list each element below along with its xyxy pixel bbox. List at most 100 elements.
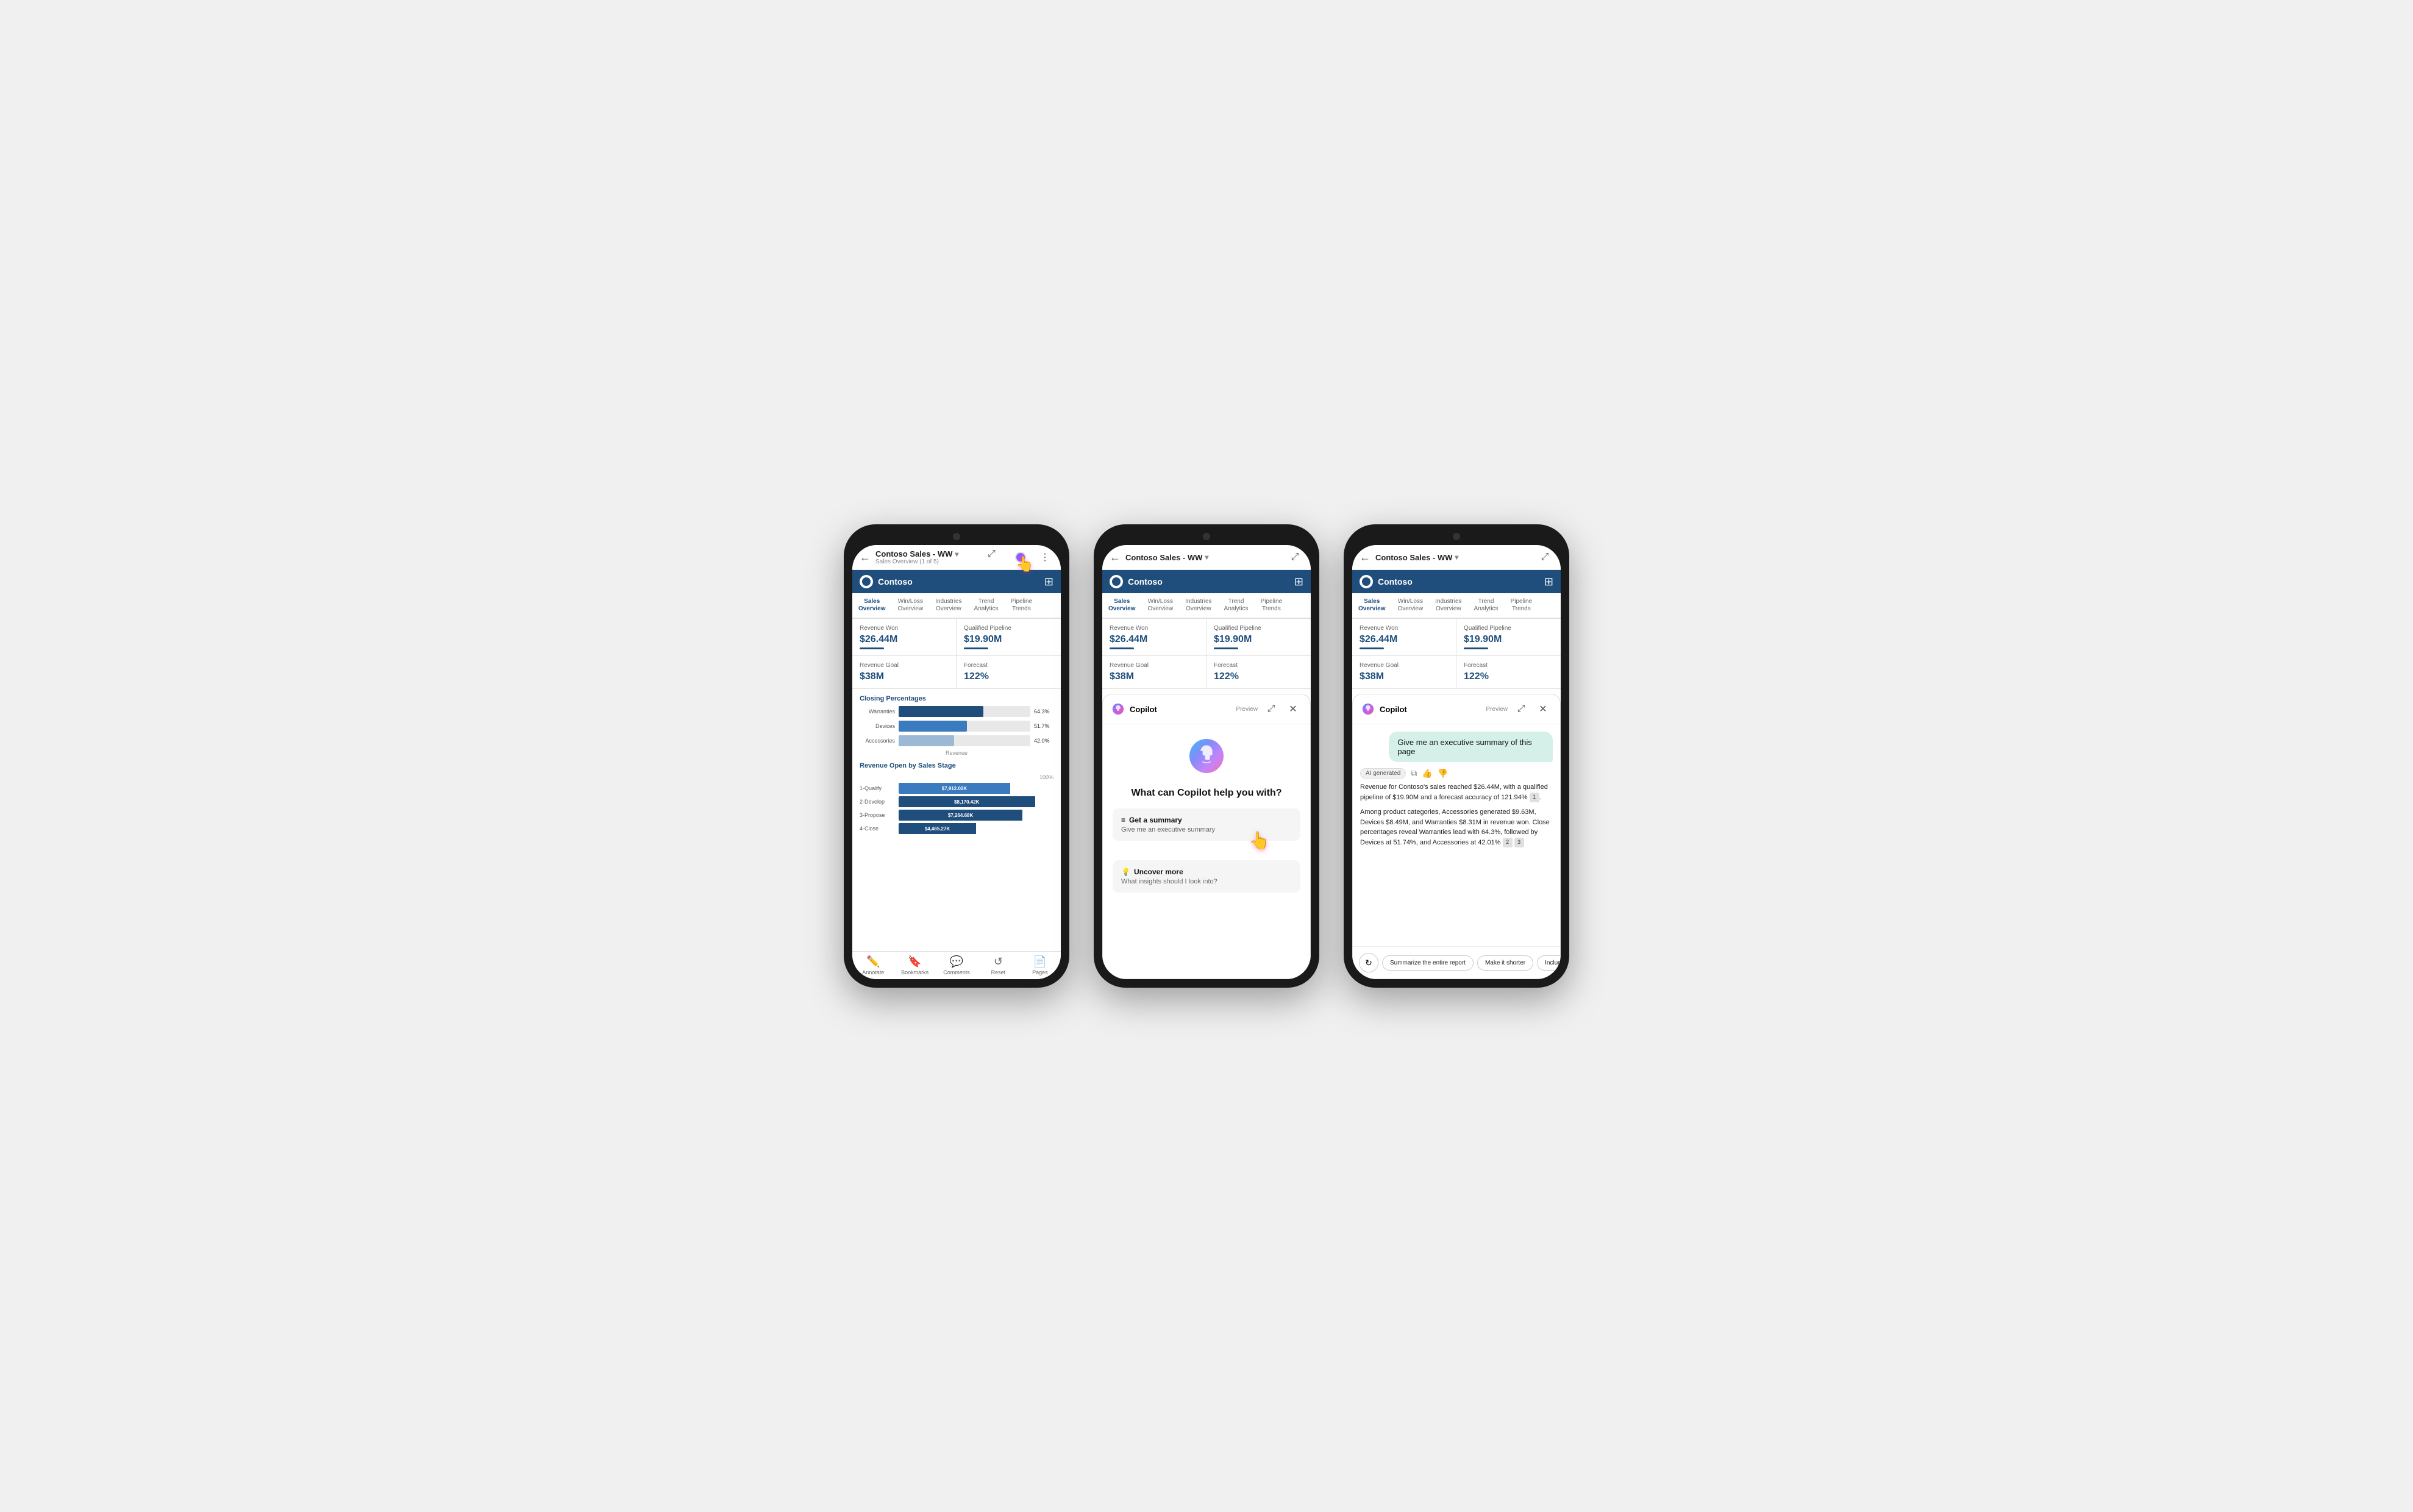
nav-comments[interactable]: 💬 Comments xyxy=(936,955,977,975)
phone-2-screen: ← Contoso Sales - WW ▾ ⤢ Contoso ⊞ xyxy=(1102,545,1311,979)
tab-sales-overview[interactable]: SalesOverview xyxy=(852,593,891,619)
filter-icon-3[interactable]: ⊞ xyxy=(1544,576,1553,588)
citation-1[interactable]: 1 xyxy=(1530,793,1539,802)
copilot-expand-icon[interactable]: ⤢ xyxy=(1263,701,1280,718)
phone-2-tab-bar: SalesOverview Win/LossOverview Industrie… xyxy=(1102,593,1311,619)
metric-revenue-won: Revenue Won $26.44M xyxy=(852,619,957,656)
filter-icon[interactable]: ⊞ xyxy=(1044,576,1053,588)
include-more-details-chip[interactable]: Include more details xyxy=(1537,955,1560,971)
tab2-industries[interactable]: IndustriesOverview xyxy=(1179,593,1217,618)
tab3-pipeline[interactable]: PipelineTrends xyxy=(1505,593,1539,618)
phone-3-metrics-grid: Revenue Won $26.44M Qualified Pipeline $… xyxy=(1352,619,1561,689)
metric-qualified-pipeline: Qualified Pipeline $19.90M xyxy=(957,619,1061,656)
citation-3[interactable]: 3 xyxy=(1514,838,1524,847)
annotate-icon: ✏️ xyxy=(866,955,880,968)
phone-1-metrics-grid: Revenue Won $26.44M Qualified Pipeline $… xyxy=(852,619,1061,689)
nav-bookmarks[interactable]: 🔖 Bookmarks xyxy=(894,955,935,975)
copilot-body-2: What can Copilot help you with? ≡ Get a … xyxy=(1103,724,1310,979)
nav-reset[interactable]: ↺ Reset xyxy=(977,955,1019,975)
list-icon: ≡ xyxy=(1121,816,1125,824)
phone-1-nav-icons: ⤢ xyxy=(988,549,1053,566)
thumbs-down-icon[interactable]: 👎 xyxy=(1438,768,1448,779)
phone-2: ← Contoso Sales - WW ▾ ⤢ Contoso ⊞ xyxy=(1094,524,1319,988)
phone-1-bottom-nav: ✏️ Annotate 🔖 Bookmarks 💬 Comments ↺ Res… xyxy=(852,951,1061,979)
phone-1-tab-bar: SalesOverview Win/LossOverview Industrie… xyxy=(852,593,1061,619)
thumbs-up-icon[interactable]: 👍 xyxy=(1422,768,1432,779)
tab2-trend[interactable]: TrendAnalytics xyxy=(1218,593,1255,618)
chevron-down-icon[interactable]: ▾ xyxy=(955,550,958,558)
hand-cursor-icon-2: 👆 xyxy=(1249,830,1270,850)
contoso-logo-3 xyxy=(1360,575,1373,588)
more-icon[interactable]: ⋮ xyxy=(1036,549,1053,566)
citation-2[interactable]: 2 xyxy=(1503,838,1513,847)
bookmarks-icon: 🔖 xyxy=(908,955,921,968)
copilot-preview-badge-3: Preview xyxy=(1486,706,1508,713)
tab3-sales-overview[interactable]: SalesOverview xyxy=(1352,593,1391,619)
revenue-stage-title: Revenue Open by Sales Stage xyxy=(860,762,1053,769)
nav-annotate-label: Annotate xyxy=(862,969,884,975)
phone-3-title: Contoso Sales - WW ▾ xyxy=(1375,553,1531,562)
phone-1: ← Contoso Sales - WW ▾ Sales Overview (1… xyxy=(844,524,1069,988)
tab-trend[interactable]: TrendAnalytics xyxy=(968,593,1005,618)
metric2-revenue-goal: Revenue Goal $38M xyxy=(1102,656,1206,688)
copilot-title-3: Copilot xyxy=(1380,705,1481,714)
phone-1-screen: ← Contoso Sales - WW ▾ Sales Overview (1… xyxy=(852,545,1061,979)
summarize-report-chip[interactable]: Summarize the entire report xyxy=(1382,955,1474,971)
copy-icon[interactable]: ⧉ xyxy=(1411,768,1417,779)
tab3-trend[interactable]: TrendAnalytics xyxy=(1468,593,1505,618)
phone-1-contoso-header: Contoso ⊞ xyxy=(852,570,1061,593)
contoso-logo-inner-3 xyxy=(1362,577,1370,586)
refresh-button[interactable]: ↻ xyxy=(1359,953,1378,972)
copilot-close-icon[interactable]: ✕ xyxy=(1285,701,1302,718)
phone-2-back-btn[interactable]: ← xyxy=(1110,551,1121,564)
phone-2-title-block: Contoso Sales - WW ▾ xyxy=(1125,553,1281,562)
tab-industries[interactable]: IndustriesOverview xyxy=(929,593,968,618)
phone-3-screen: ← Contoso Sales - WW ▾ ⤢ Contoso ⊞ xyxy=(1352,545,1561,979)
ai-generated-badge: AI generated xyxy=(1360,768,1406,779)
tab3-winloss[interactable]: Win/LossOverview xyxy=(1391,593,1429,618)
metric3-revenue-goal: Revenue Goal $38M xyxy=(1352,656,1456,688)
phone-1-content: Closing Percentages Warranties 64.3% Dev… xyxy=(852,689,1061,951)
phone-2-contoso-header: Contoso ⊞ xyxy=(1102,570,1311,593)
nav-pages[interactable]: 📄 Pages xyxy=(1019,955,1061,975)
closing-bar-chart: Warranties 64.3% Devices 51.7% xyxy=(860,706,1053,756)
chevron-down-icon-2[interactable]: ▾ xyxy=(1205,553,1208,562)
suggestion-uncover-more[interactable]: 💡 Uncover more What insights should I lo… xyxy=(1113,860,1300,893)
copilot-big-logo-icon xyxy=(1187,736,1226,776)
lightbulb-icon: 💡 xyxy=(1121,868,1130,876)
phone-3-nav-icons: ⤢ xyxy=(1536,549,1553,566)
chevron-down-icon-3[interactable]: ▾ xyxy=(1455,553,1458,562)
metric-revenue-goal: Revenue Goal $38M xyxy=(852,656,957,688)
copilot-question: What can Copilot help you with? xyxy=(1131,788,1281,799)
nav-annotate[interactable]: ✏️ Annotate xyxy=(852,955,894,975)
tab2-sales-overview[interactable]: SalesOverview xyxy=(1102,593,1141,619)
suggestion-subtitle-2: What insights should I look into? xyxy=(1121,878,1292,885)
phone-3-title-block: Contoso Sales - WW ▾ xyxy=(1375,553,1531,562)
user-message: Give me an executive summary of this pag… xyxy=(1389,732,1553,762)
copilot-expand-icon-3[interactable]: ⤢ xyxy=(1513,701,1530,718)
bar-xlabel: Revenue xyxy=(860,750,1053,756)
contoso-logo xyxy=(860,575,873,588)
tab-winloss[interactable]: Win/LossOverview xyxy=(891,593,929,618)
copilot-close-icon-3[interactable]: ✕ xyxy=(1534,701,1552,718)
tab3-industries[interactable]: IndustriesOverview xyxy=(1429,593,1467,618)
contoso-logo-inner-2 xyxy=(1112,577,1121,586)
phone-1-back-btn[interactable]: ← xyxy=(860,551,871,564)
tab-pipeline[interactable]: PipelineTrends xyxy=(1005,593,1039,618)
tab2-pipeline[interactable]: PipelineTrends xyxy=(1255,593,1289,618)
bar-devices: Devices 51.7% xyxy=(860,721,1053,732)
expand-icon-2[interactable]: ⤢ xyxy=(1286,549,1303,566)
stacked-close: 4-Close $4,465.27K xyxy=(860,823,1053,834)
suggestion-get-summary[interactable]: ≡ Get a summary Give me an executive sum… xyxy=(1113,808,1300,841)
phone-3-back-btn[interactable]: ← xyxy=(1360,551,1370,564)
expand-icon[interactable]: ⤢ xyxy=(988,549,1005,566)
filter-icon-2[interactable]: ⊞ xyxy=(1294,576,1303,588)
stacked-chart: 100% 1-Qualify $7,912.02K 2-Develop xyxy=(860,774,1053,834)
make-shorter-chip[interactable]: Make it shorter xyxy=(1477,955,1533,971)
scene: ← Contoso Sales - WW ▾ Sales Overview (1… xyxy=(844,524,1569,988)
reset-icon: ↺ xyxy=(994,955,1003,968)
tab2-winloss[interactable]: Win/LossOverview xyxy=(1141,593,1179,618)
copilot-icon[interactable]: 👆 xyxy=(1012,549,1029,566)
expand-icon-3[interactable]: ⤢ xyxy=(1536,549,1553,566)
phone-3-tab-bar: SalesOverview Win/LossOverview Industrie… xyxy=(1352,593,1561,619)
